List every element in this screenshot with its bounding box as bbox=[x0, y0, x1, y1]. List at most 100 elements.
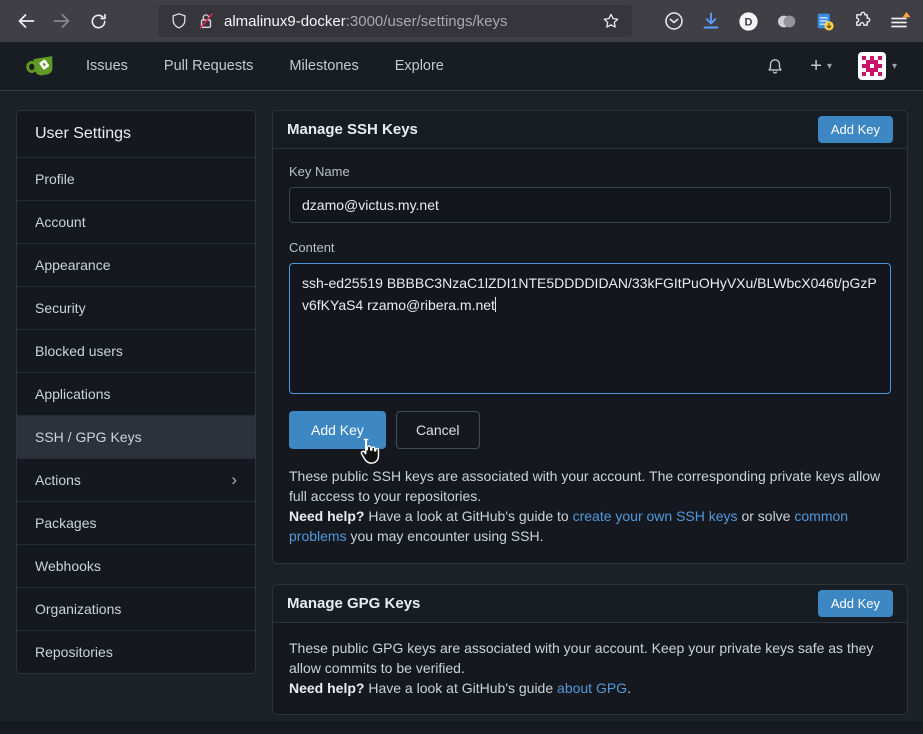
translate-doc-icon bbox=[814, 11, 835, 32]
ssh-add-key-toggle-button[interactable]: Add Key bbox=[818, 116, 893, 143]
cancel-button[interactable]: Cancel bbox=[396, 411, 480, 449]
extensions-button[interactable] bbox=[852, 11, 872, 31]
svg-text:D: D bbox=[745, 16, 753, 28]
help-text: . bbox=[627, 680, 631, 696]
duckduckgo-extension-button[interactable]: D bbox=[738, 11, 759, 32]
back-icon bbox=[16, 11, 36, 31]
settings-page: User Settings Profile Account Appearance… bbox=[0, 91, 923, 715]
footer bbox=[0, 722, 923, 734]
sidebar-item-applications[interactable]: Applications bbox=[17, 373, 255, 416]
sidebar-item-profile[interactable]: Profile bbox=[17, 158, 255, 201]
sidebar-item-label: Organizations bbox=[35, 601, 121, 617]
sidebar-item-repositories[interactable]: Repositories bbox=[17, 631, 255, 673]
url-path: :3000/user/settings/keys bbox=[346, 13, 508, 30]
nav-link-pull-requests[interactable]: Pull Requests bbox=[164, 58, 253, 74]
gitea-navbar: Issues Pull Requests Milestones Explore … bbox=[0, 42, 923, 91]
content-text: ssh-ed25519 BBBBC3NzaC1lZDI1NTE5DDDDIDAN… bbox=[302, 275, 877, 313]
pocket-button[interactable] bbox=[664, 11, 684, 31]
reload-button[interactable] bbox=[82, 5, 114, 37]
gpg-panel-body: These public GPG keys are associated wit… bbox=[273, 623, 907, 714]
sidebar-item-packages[interactable]: Packages bbox=[17, 502, 255, 545]
ssh-help-text: These public SSH keys are associated wit… bbox=[289, 466, 891, 547]
back-button[interactable] bbox=[10, 5, 42, 37]
app-menu-button[interactable] bbox=[889, 11, 911, 32]
sidebar-item-account[interactable]: Account bbox=[17, 201, 255, 244]
translate-extension-button[interactable] bbox=[814, 11, 835, 32]
browser-toolbar: almalinux9-docker:3000/user/settings/key… bbox=[0, 0, 923, 42]
ssh-description: These public SSH keys are associated wit… bbox=[289, 468, 880, 504]
need-help-label: Need help? bbox=[289, 508, 364, 524]
gitea-home-button[interactable] bbox=[26, 50, 58, 82]
sidebar-item-label: Security bbox=[35, 300, 86, 316]
forward-icon bbox=[52, 11, 72, 31]
sidebar-item-label: Packages bbox=[35, 515, 96, 531]
sidebar-item-actions[interactable]: Actions › bbox=[17, 459, 255, 502]
download-icon bbox=[701, 11, 721, 31]
sidebar-item-label: Actions bbox=[35, 472, 81, 488]
chevron-down-icon: ▾ bbox=[827, 61, 832, 72]
ssh-panel-title: Manage SSH Keys bbox=[287, 121, 418, 138]
settings-menu: User Settings Profile Account Appearance… bbox=[16, 110, 256, 674]
avatar bbox=[858, 52, 886, 80]
gpg-guide-link[interactable]: about GPG bbox=[557, 680, 627, 696]
help-text: Have a look at GitHub's guide to bbox=[364, 508, 572, 524]
duckduckgo-icon: D bbox=[738, 11, 759, 32]
bookmark-star-icon bbox=[602, 12, 620, 30]
downloads-button[interactable] bbox=[701, 11, 721, 31]
url-text[interactable]: almalinux9-docker:3000/user/settings/key… bbox=[224, 13, 508, 30]
ssh-keys-panel: Manage SSH Keys Add Key Key Name Content… bbox=[272, 110, 908, 564]
sidebar-item-webhooks[interactable]: Webhooks bbox=[17, 545, 255, 588]
sidebar-item-blocked-users[interactable]: Blocked users bbox=[17, 330, 255, 373]
gpg-add-key-toggle-button[interactable]: Add Key bbox=[818, 590, 893, 617]
settings-sidebar: User Settings Profile Account Appearance… bbox=[16, 110, 256, 674]
gitea-logo-icon bbox=[26, 50, 58, 82]
sidebar-item-security[interactable]: Security bbox=[17, 287, 255, 330]
chevron-right-icon: › bbox=[231, 474, 237, 486]
ssh-panel-header: Manage SSH Keys Add Key bbox=[273, 111, 907, 149]
settings-main: Manage SSH Keys Add Key Key Name Content… bbox=[272, 110, 908, 715]
gpg-help-text: These public GPG keys are associated wit… bbox=[289, 638, 891, 698]
ssh-panel-body: Key Name Content ssh-ed25519 BBBBC3NzaC1… bbox=[273, 149, 907, 563]
chevron-down-icon: ▾ bbox=[892, 61, 897, 72]
url-bar[interactable]: almalinux9-docker:3000/user/settings/key… bbox=[158, 5, 632, 37]
notifications-button[interactable] bbox=[766, 57, 784, 76]
extensions-puzzle-icon bbox=[852, 11, 872, 31]
insecure-lock-icon[interactable] bbox=[197, 12, 215, 30]
help-text: you may encounter using SSH. bbox=[347, 528, 544, 544]
nav-link-issues[interactable]: Issues bbox=[86, 58, 128, 74]
content-label: Content bbox=[289, 240, 891, 255]
sidebar-item-label: Profile bbox=[35, 171, 75, 187]
sidebar-item-appearance[interactable]: Appearance bbox=[17, 244, 255, 287]
help-text: Have a look at GitHub's guide bbox=[364, 680, 557, 696]
plus-icon: + bbox=[810, 56, 822, 76]
sidebar-item-label: Webhooks bbox=[35, 558, 101, 574]
forward-button[interactable] bbox=[46, 5, 78, 37]
content-textarea[interactable]: ssh-ed25519 BBBBC3NzaC1lZDI1NTE5DDDDIDAN… bbox=[289, 263, 891, 394]
ssh-guide-link[interactable]: create your own SSH keys bbox=[573, 508, 738, 524]
key-name-label: Key Name bbox=[289, 164, 891, 179]
reload-icon bbox=[89, 12, 108, 31]
bell-icon bbox=[766, 57, 784, 76]
sidebar-item-ssh-gpg-keys[interactable]: SSH / GPG Keys bbox=[17, 416, 255, 459]
key-name-input[interactable] bbox=[289, 187, 891, 223]
sidebar-item-label: SSH / GPG Keys bbox=[35, 429, 142, 445]
pocket-icon bbox=[664, 11, 684, 31]
create-new-dropdown[interactable]: + ▾ bbox=[810, 56, 832, 76]
add-key-submit-button[interactable]: Add Key bbox=[289, 411, 386, 449]
shield-icon[interactable] bbox=[170, 12, 188, 30]
sidebar-item-organizations[interactable]: Organizations bbox=[17, 588, 255, 631]
need-help-label: Need help? bbox=[289, 680, 364, 696]
nav-link-explore[interactable]: Explore bbox=[395, 58, 444, 74]
key-name-field: Key Name bbox=[289, 164, 891, 223]
bookmark-star-button[interactable] bbox=[602, 12, 620, 30]
containers-icon bbox=[776, 11, 797, 32]
sidebar-item-label: Account bbox=[35, 214, 86, 230]
gpg-panel-header: Manage GPG Keys Add Key bbox=[273, 585, 907, 623]
containers-extension-button[interactable] bbox=[776, 11, 797, 32]
menu-hamburger-icon bbox=[889, 11, 911, 32]
gpg-keys-panel: Manage GPG Keys Add Key These public GPG… bbox=[272, 584, 908, 715]
sidebar-title: User Settings bbox=[17, 111, 255, 158]
user-menu-dropdown[interactable]: ▾ bbox=[858, 52, 897, 80]
ssh-form-buttons: Add Key Cancel bbox=[289, 411, 891, 449]
nav-link-milestones[interactable]: Milestones bbox=[289, 58, 358, 74]
